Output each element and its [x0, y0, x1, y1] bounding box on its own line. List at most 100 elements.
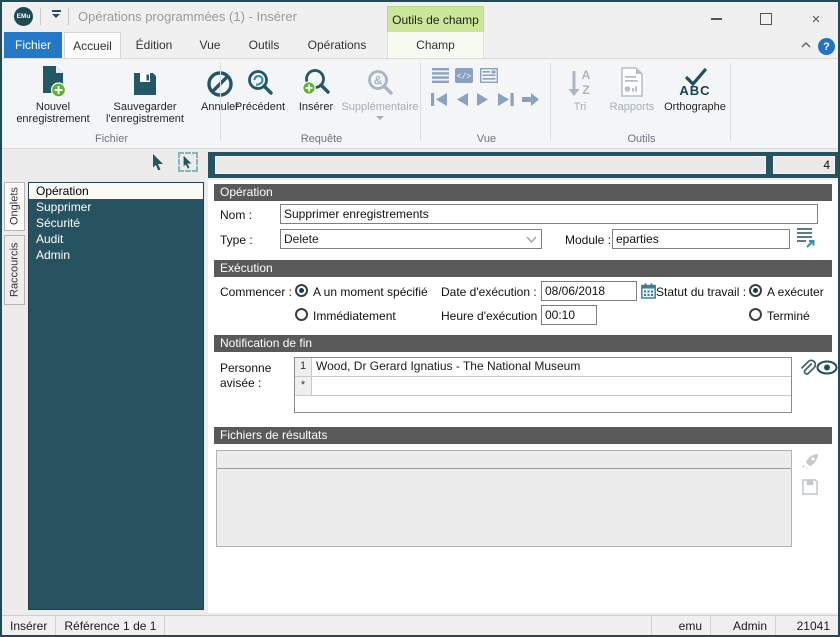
personne-avisee-label: avisée :	[220, 376, 262, 390]
ribbon-group-outils: A Z Tri Rapports ABC Orthographe Outils	[552, 59, 731, 148]
close-button[interactable]: ×	[802, 10, 830, 28]
svg-text:ABC: ABC	[679, 83, 710, 98]
calendar-icon[interactable]	[641, 283, 656, 302]
radio-moment-specifie[interactable]	[295, 284, 308, 297]
heure-execution-label: Heure d'exécution :	[441, 309, 545, 323]
previous-query-label: Précédent	[234, 101, 286, 113]
maximize-button[interactable]	[752, 10, 780, 28]
sidebar-item-admin[interactable]: Admin	[29, 247, 203, 263]
svg-text:&: &	[374, 74, 383, 88]
nav-previous-button[interactable]	[454, 92, 470, 110]
tab-fichier[interactable]: Fichier	[4, 32, 62, 58]
chevron-down-icon	[526, 236, 537, 243]
notified-person-cell[interactable]: Wood, Dr Gerard Ignatius - The National …	[312, 358, 791, 376]
tab-accueil[interactable]: Accueil	[64, 32, 121, 58]
spellcheck-icon: ABC	[673, 62, 717, 98]
tab-vue[interactable]: Vue	[190, 32, 230, 58]
ribbon-group-fichier: Nouvel enregistrement Sauvegarder l'enre…	[2, 59, 239, 148]
emu-logo-icon[interactable]: EMu	[14, 7, 33, 26]
more-query-button[interactable]: & Supplémentaire	[340, 62, 420, 120]
record-count-field[interactable]: 4	[773, 156, 835, 174]
nav-next-button[interactable]	[475, 92, 491, 110]
sort-button[interactable]: A Z Tri	[558, 62, 602, 113]
radio-termine[interactable]	[749, 308, 762, 321]
nom-field[interactable]	[280, 204, 818, 224]
tab-operations[interactable]: Opérations	[298, 32, 376, 58]
ribbon-group-requete: Précédent Insérer & Supplémentaire Requê…	[222, 59, 421, 148]
sidebar-tab-raccourcis[interactable]: Raccourcis	[4, 235, 25, 305]
commencer-label: Commencer :	[220, 285, 293, 299]
svg-text:A: A	[582, 68, 591, 82]
ribbon-group-label: Fichier	[94, 133, 128, 145]
sidebar-item-operation[interactable]: Opération	[29, 183, 203, 199]
radio-a-executer[interactable]	[749, 284, 762, 297]
view-summary-button[interactable]	[432, 68, 449, 86]
date-execution-field[interactable]	[541, 281, 637, 301]
sidebar-tab-onglets[interactable]: Onglets	[4, 182, 25, 231]
maximize-icon	[760, 13, 772, 25]
sidebar-item-supprimer[interactable]: Supprimer	[29, 199, 203, 215]
date-execution-label: Date d'exécution :	[441, 285, 537, 299]
select-pointer-icon[interactable]	[150, 153, 166, 174]
module-field[interactable]	[612, 229, 790, 249]
spelling-button[interactable]: ABC Orthographe	[660, 62, 730, 113]
insert-button[interactable]: Insérer	[292, 62, 340, 113]
svg-text:</>: </>	[457, 73, 472, 82]
nav-goto-button[interactable]	[521, 92, 540, 110]
launch-icon[interactable]	[800, 452, 820, 475]
summary-field[interactable]	[215, 156, 766, 174]
table-row[interactable]: *	[295, 377, 791, 396]
form-panel: Opération Nom : Type : Delete Module : E…	[208, 180, 838, 613]
type-label: Type :	[220, 233, 253, 247]
nav-last-button[interactable]	[496, 92, 515, 110]
minimize-button[interactable]	[702, 10, 730, 28]
save-record-label: Sauvegarder l'enregistrement	[106, 101, 184, 125]
attach-icon[interactable]	[796, 358, 817, 381]
ribbon-group-label: Requête	[300, 133, 343, 145]
tab-outils[interactable]: Outils	[238, 32, 290, 58]
new-record-button[interactable]: Nouvel enregistrement	[10, 62, 96, 125]
type-select[interactable]: Delete	[280, 229, 542, 249]
module-label: Module :	[565, 233, 612, 247]
results-files-header-row	[217, 451, 791, 469]
heure-execution-field[interactable]	[541, 305, 597, 325]
tab-champ[interactable]: Champ	[387, 32, 484, 58]
table-row[interactable]: 1 Wood, Dr Gerard Ignatius - The Nationa…	[295, 358, 791, 377]
radio-immediat-label: Immédiatement	[313, 309, 396, 323]
sidebar-item-securite[interactable]: Sécurité	[29, 215, 203, 231]
radio-moment-label: A un moment spécifié	[313, 285, 428, 299]
tab-edition[interactable]: Édition	[128, 32, 180, 58]
results-files-list[interactable]	[216, 450, 792, 547]
save-file-icon[interactable]	[801, 478, 819, 499]
section-header-operation: Opération	[214, 184, 832, 201]
collapse-ribbon-icon[interactable]	[798, 38, 814, 52]
minimize-icon	[710, 18, 722, 20]
quick-access-dropdown-icon[interactable]	[50, 10, 62, 24]
reports-button[interactable]: Rapports	[604, 62, 660, 113]
view-details-button[interactable]	[479, 67, 499, 86]
sidebar-item-audit[interactable]: Audit	[29, 231, 203, 247]
select-all-icon[interactable]	[178, 152, 198, 172]
search-insert-icon	[301, 62, 331, 98]
save-record-button[interactable]: Sauvegarder l'enregistrement	[98, 62, 192, 125]
section-header-notification: Notification de fin	[214, 335, 832, 352]
sort-az-icon: A Z	[566, 62, 594, 98]
radio-immediatement[interactable]	[295, 308, 308, 321]
previous-query-button[interactable]: Précédent	[230, 62, 290, 113]
tab-list-panel: Opération Supprimer Sécurité Audit Admin	[28, 182, 204, 610]
notified-person-grid: 1 Wood, Dr Gerard Ignatius - The Nationa…	[294, 357, 792, 413]
row-number-cell: *	[295, 377, 312, 395]
view-record-icon[interactable]	[816, 360, 838, 378]
notified-person-cell[interactable]	[312, 377, 791, 395]
ribbon: Nouvel enregistrement Sauvegarder l'enre…	[2, 59, 838, 149]
help-button[interactable]: ?	[818, 38, 835, 55]
save-icon	[131, 62, 159, 98]
divider	[40, 8, 41, 25]
insert-label: Insérer	[298, 101, 334, 113]
attach-module-icon[interactable]	[797, 227, 816, 251]
ribbon-group-label: Outils	[627, 133, 656, 145]
radio-termine-label: Terminé	[767, 309, 810, 323]
view-code-button[interactable]: </>	[455, 68, 473, 86]
nav-first-button[interactable]	[430, 92, 449, 110]
status-reference: Référence 1 de 1	[56, 616, 166, 635]
